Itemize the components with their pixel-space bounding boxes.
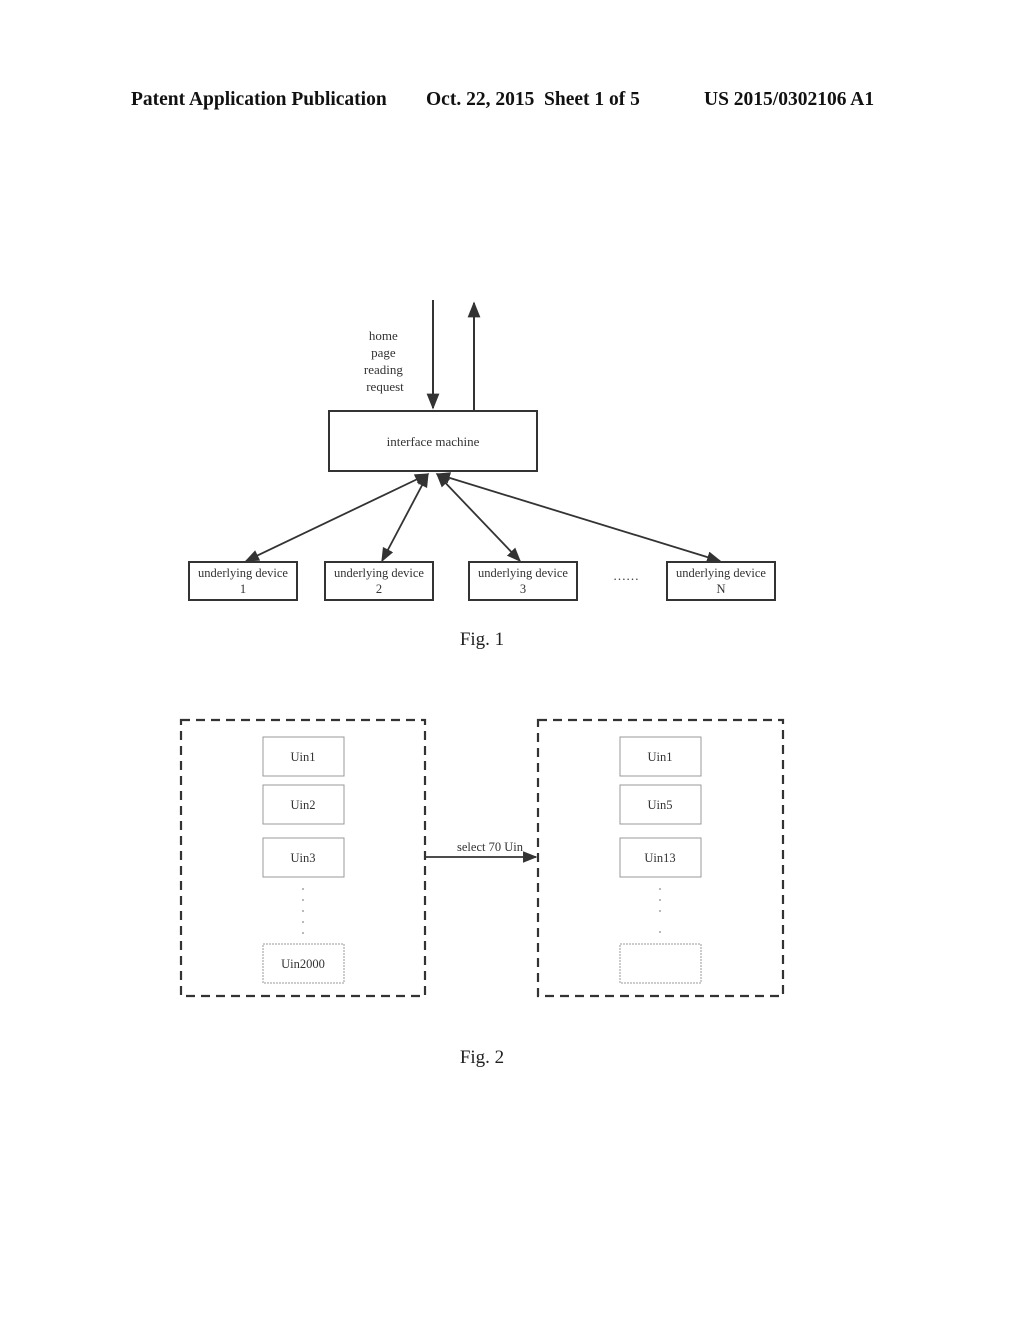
uin-label: Uin2 [291,798,316,812]
selected-vertical-ellipsis [659,888,661,933]
underlying-device-3: underlying device 3 [468,561,578,601]
interface-machine-label: interface machine [387,434,480,449]
source-uin-item: Uin3 [262,837,345,878]
uin-label: Uin2000 [281,957,325,971]
devices-ellipsis: …… [613,568,639,583]
figure-2-caption: Fig. 2 [460,1047,504,1068]
source-uin-item: Uin2000 [262,943,345,984]
uin-label: Uin3 [291,851,316,865]
request-label-line: reading [364,362,403,377]
underlying-device-2: underlying device 2 [324,561,434,601]
request-label-line: page [371,345,396,360]
figure-1: home page reading request interface mach… [188,300,776,650]
device-label: underlying device [334,566,424,580]
device-number: 3 [520,582,526,596]
uin-label: Uin1 [648,750,673,764]
uin-label: Uin5 [648,798,673,812]
select-arrow-label: select 70 Uin [457,840,524,854]
device-label: underlying device [198,566,288,580]
figure-1-caption: Fig. 1 [460,629,504,650]
link-arrow-device-2 [381,472,429,563]
device-number: N [716,582,725,596]
underlying-device-1: underlying device 1 [188,561,298,601]
request-label: home page reading request [364,328,406,394]
source-uin-item: Uin1 [262,736,345,777]
underlying-device-n: underlying device N [666,561,776,601]
device-number: 2 [376,582,382,596]
request-label-line: home [369,328,398,343]
device-number: 1 [240,582,246,596]
patent-drawing-sheet: home page reading request interface mach… [179,300,785,1068]
source-uin-item: Uin2 [262,784,345,825]
figure-2: Uin1 Uin2 Uin3 Uin2000 select 70 Uin Uin… [179,718,785,1068]
uin-label: Uin13 [644,851,675,865]
selected-uin-item: Uin5 [619,784,702,825]
request-label-line: request [366,379,404,394]
selected-uin-item: Uin13 [619,837,702,878]
link-arrow-device-1 [244,473,430,562]
uin-label: Uin1 [291,750,316,764]
selected-uin-item: Uin1 [619,736,702,777]
selected-uin-item-empty [619,943,702,984]
device-label: underlying device [676,566,766,580]
device-label: underlying device [478,566,568,580]
source-vertical-ellipsis [302,888,304,934]
